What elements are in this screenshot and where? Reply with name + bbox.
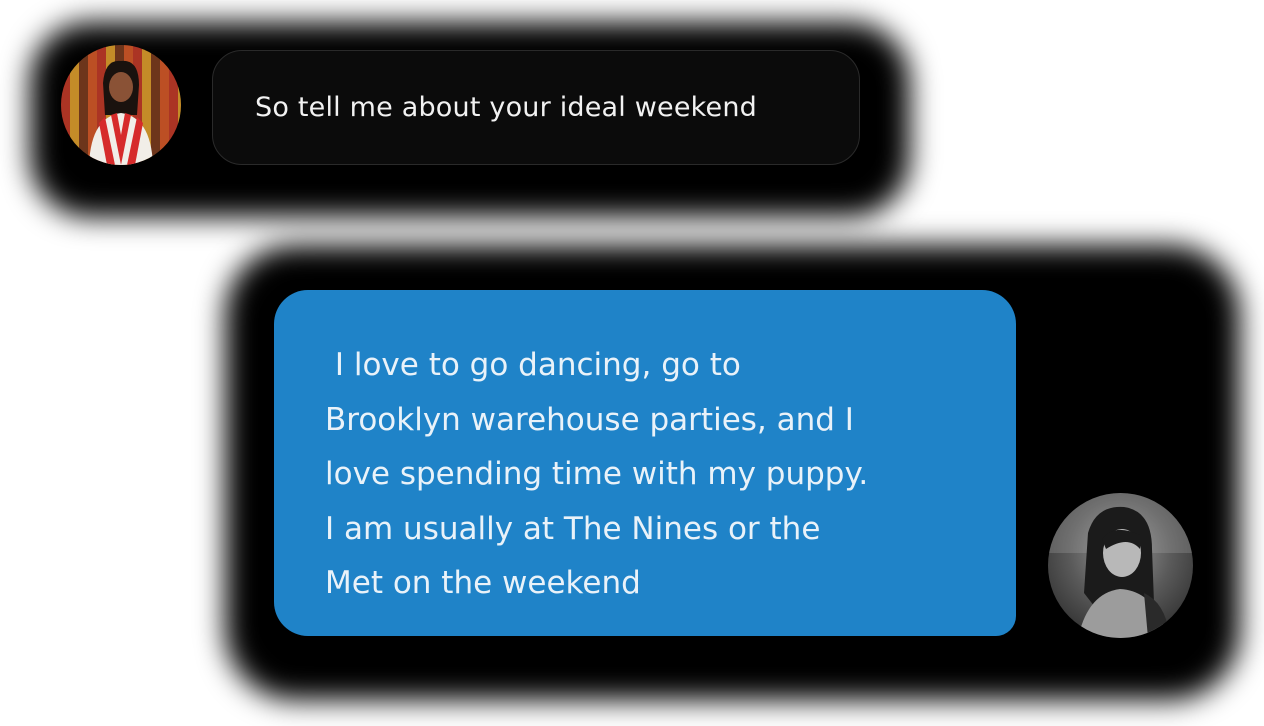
- woman-portrait-bw-icon: [1048, 493, 1193, 638]
- sent-message-bubble: I love to go dancing, go to Brooklyn war…: [274, 290, 1016, 636]
- sender-avatar-icon[interactable]: [61, 45, 181, 165]
- received-message-text: So tell me about your ideal weekend: [255, 92, 758, 123]
- self-avatar-icon[interactable]: [1048, 493, 1193, 638]
- sent-message-text: I love to go dancing, go to Brooklyn war…: [325, 347, 869, 601]
- chat-canvas: So tell me about your ideal weekend I lo…: [0, 0, 1264, 726]
- woman-portrait-icon: [61, 45, 181, 165]
- received-message-bubble: So tell me about your ideal weekend: [212, 50, 860, 165]
